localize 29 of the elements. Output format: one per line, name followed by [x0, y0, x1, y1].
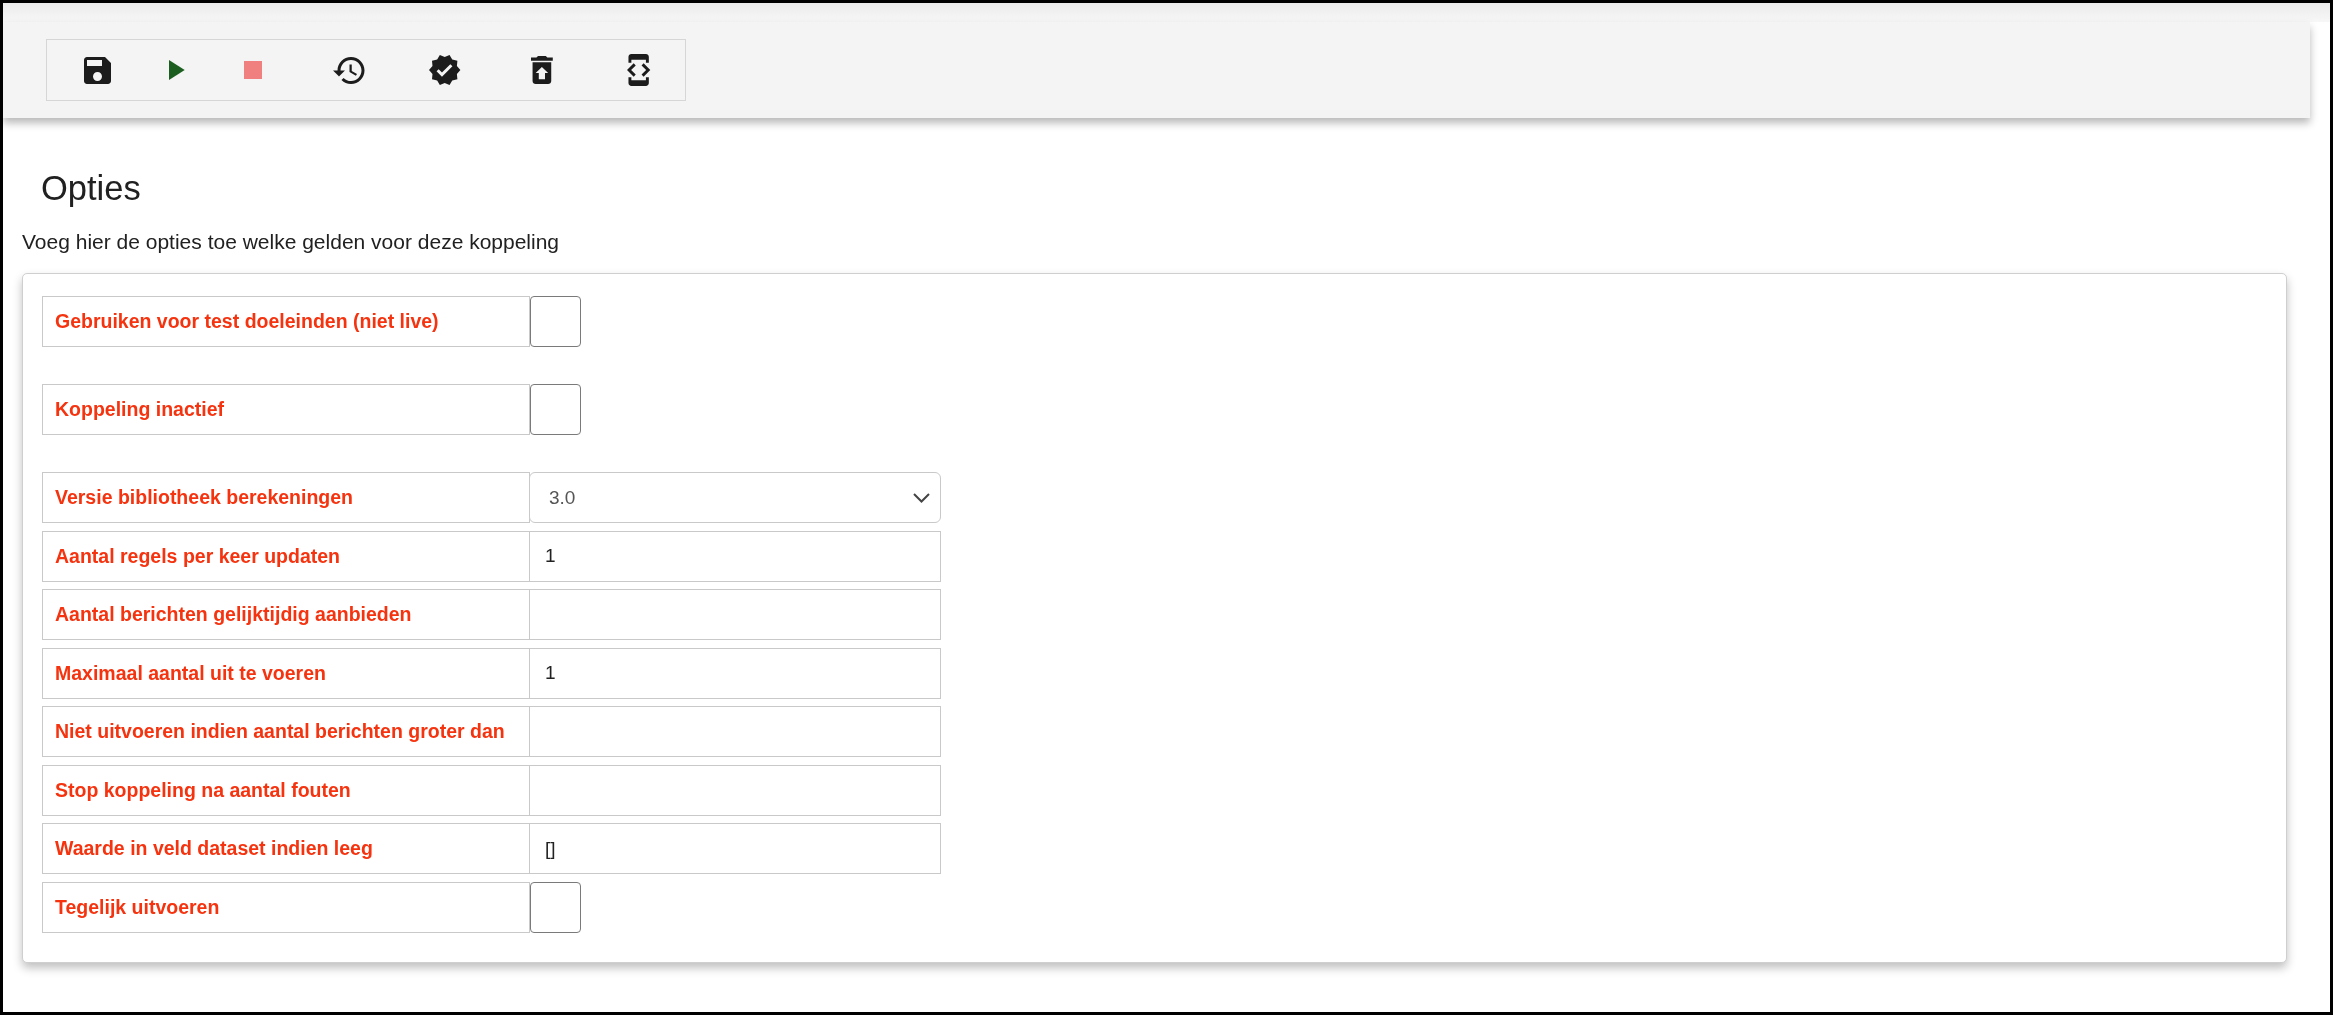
option-label: Aantal regels per keer updaten — [42, 530, 530, 582]
chevron-down-icon — [913, 492, 930, 503]
input-field[interactable]: [] — [529, 823, 941, 874]
stop-icon — [244, 61, 262, 79]
page-title: Opties — [41, 168, 142, 208]
option-label: Niet uitvoeren indien aantal berichten groter dan — [42, 706, 530, 757]
input-field[interactable]: 1 — [529, 530, 941, 582]
option-label: Gebruiken voor test doeleinden (niet live) — [42, 296, 530, 347]
option-label: Stop koppeling na aantal fouten — [42, 764, 530, 816]
badge-check-icon — [429, 55, 461, 85]
select-field[interactable]: 3.0 — [529, 472, 941, 523]
option-label: Maximaal aantal uit te voeren — [42, 647, 530, 699]
option-label: Koppeling inactief — [42, 384, 530, 435]
input-field[interactable] — [529, 706, 941, 757]
input-field[interactable]: 1 — [529, 647, 941, 699]
input-field[interactable] — [529, 589, 941, 640]
page-description: Voeg hier de opties toe welke gelden voor deze koppeling — [22, 230, 561, 254]
clock-arrow-icon — [333, 56, 365, 84]
trash-upload-icon — [531, 56, 553, 84]
option-label: Tegelijk uitvoeren — [42, 881, 530, 933]
checkbox[interactable] — [530, 384, 581, 435]
option-label: Aantal berichten gelijktijdig aanbieden — [42, 589, 530, 640]
play-icon — [169, 60, 185, 80]
option-label: Versie bibliotheek berekeningen — [42, 472, 530, 523]
checkbox[interactable] — [530, 296, 581, 347]
input-field[interactable] — [529, 764, 941, 816]
phone-code-icon — [627, 54, 651, 86]
option-label: Waarde in veld dataset indien leeg — [42, 823, 530, 874]
checkbox[interactable] — [530, 881, 581, 933]
